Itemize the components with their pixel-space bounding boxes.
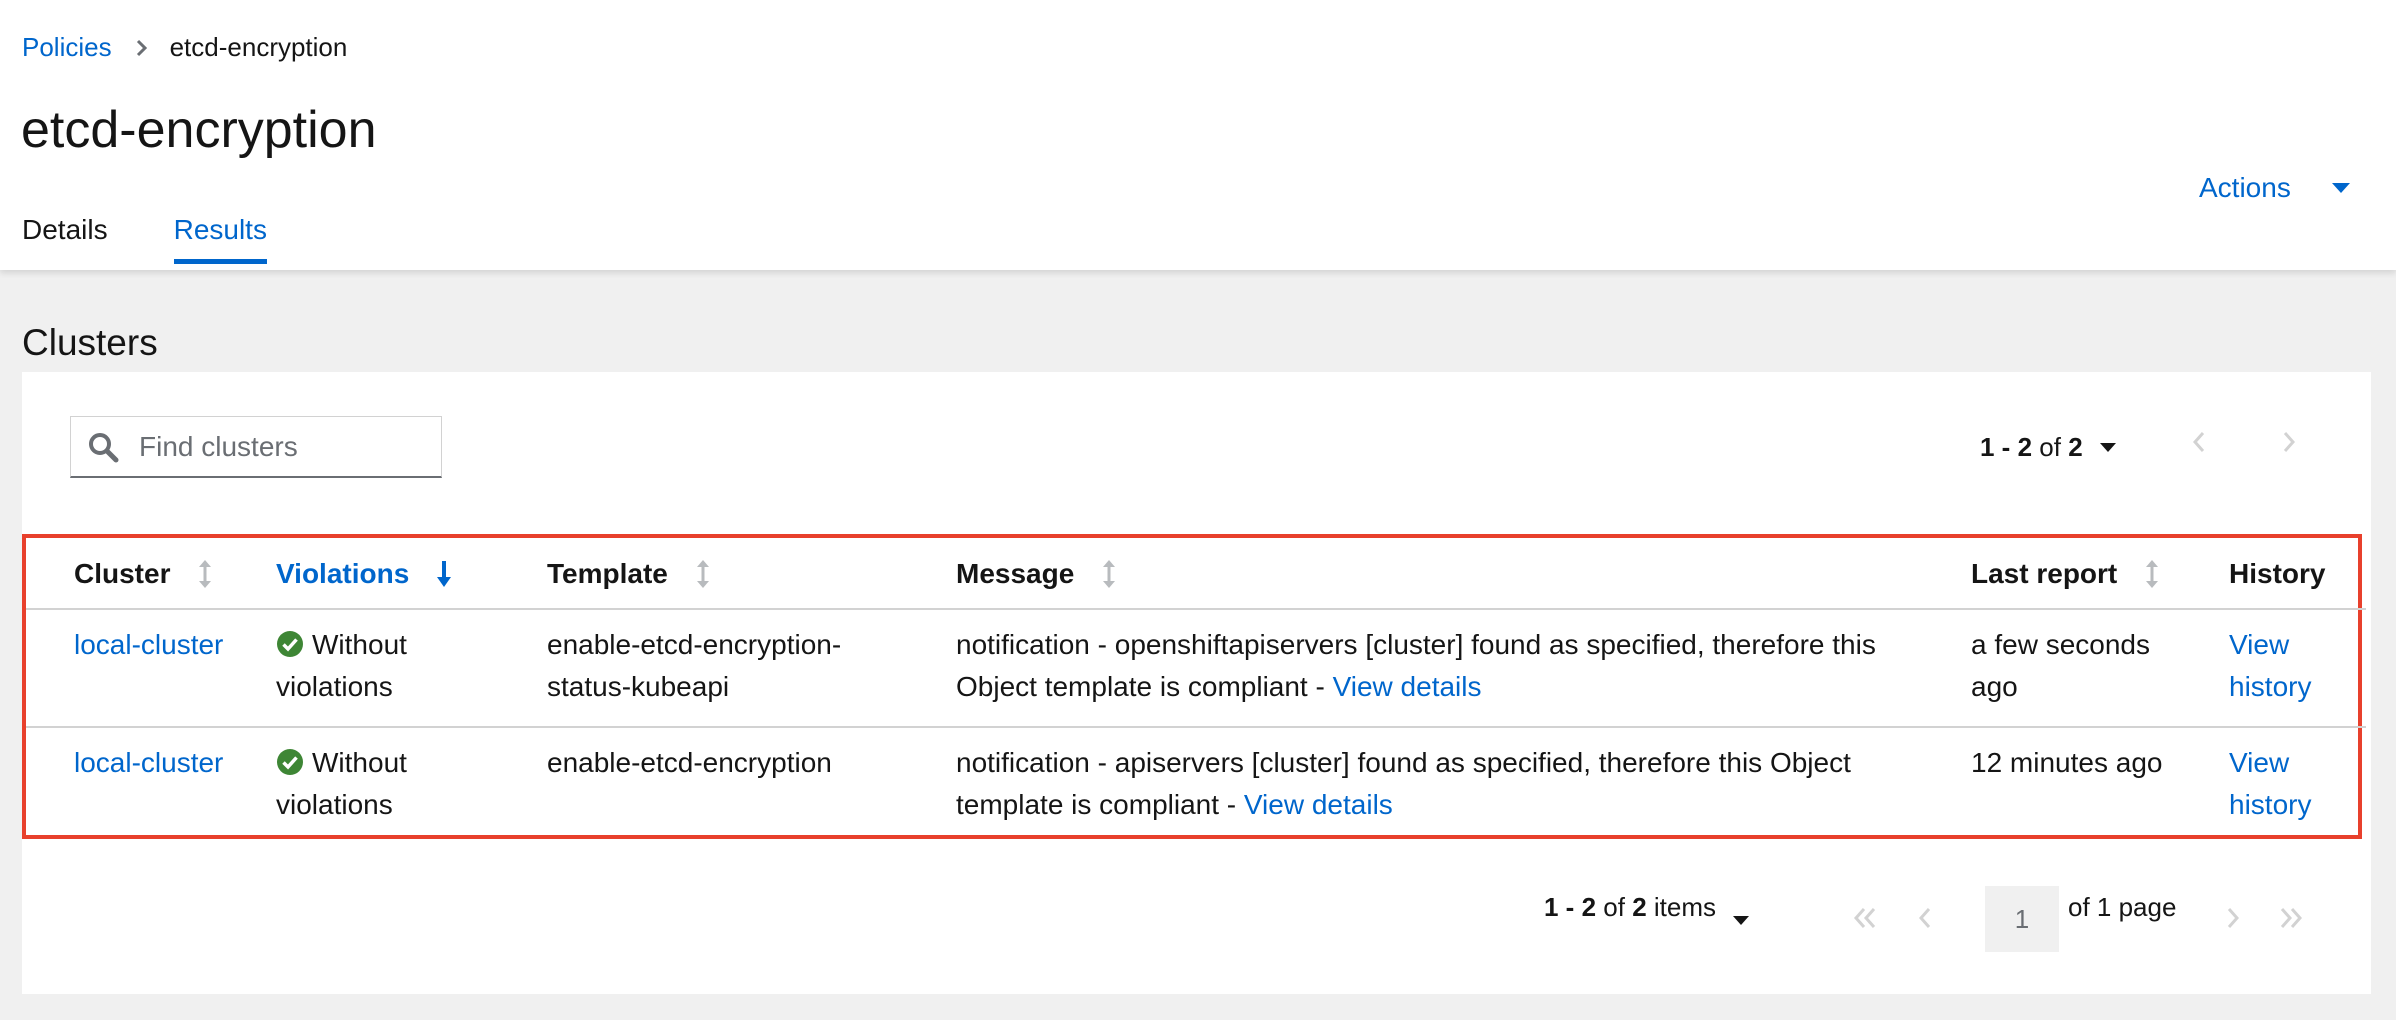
history-text: View bbox=[2229, 629, 2290, 660]
search-input[interactable] bbox=[137, 429, 431, 464]
column-label: Violations bbox=[276, 558, 410, 589]
cluster-link[interactable]: local-cluster bbox=[74, 624, 223, 666]
last-report-text: 12 minutes ago bbox=[1971, 747, 2163, 778]
template-text: status-kubeapi bbox=[547, 671, 730, 702]
tab-details[interactable]: Details bbox=[22, 214, 108, 264]
caret-down-icon[interactable] bbox=[1732, 913, 1750, 931]
column-header-last-report[interactable]: Last report bbox=[1971, 558, 2159, 590]
view-history-link[interactable]: View history bbox=[2229, 624, 2311, 708]
double-chevron-right-icon bbox=[2280, 908, 2303, 928]
check-circle-icon bbox=[277, 749, 303, 775]
column-header-template[interactable]: Template bbox=[547, 558, 710, 590]
column-header-cluster[interactable]: Cluster bbox=[74, 558, 212, 590]
message-text: notification - apiservers [cluster] foun… bbox=[956, 747, 1851, 778]
template-name: enable-etcd-encryption bbox=[547, 742, 832, 784]
chevron-right-icon bbox=[2227, 908, 2240, 928]
last-report-text: ago bbox=[1971, 671, 2018, 702]
column-label: Last report bbox=[1971, 558, 2118, 589]
message-text: Object template is compliant - bbox=[956, 671, 1333, 702]
column-header-history: History bbox=[2229, 558, 2325, 590]
search-box bbox=[70, 416, 442, 478]
page-header: Policies etcd-encryption etcd-encryption… bbox=[0, 0, 2396, 270]
violations-text: violations bbox=[276, 671, 393, 702]
breadcrumb: Policies etcd-encryption bbox=[22, 32, 347, 63]
row-divider bbox=[26, 608, 2366, 610]
search-icon bbox=[87, 431, 119, 463]
tabs: Details Results bbox=[22, 214, 333, 264]
view-details-link[interactable]: View details bbox=[1244, 789, 1393, 820]
view-history-link[interactable]: View history bbox=[2229, 742, 2311, 826]
caret-down-icon[interactable] bbox=[2099, 442, 2117, 453]
first-page-button[interactable] bbox=[1852, 906, 1878, 935]
actions-label: Actions bbox=[2199, 172, 2291, 203]
caret-down-icon bbox=[2331, 183, 2350, 193]
column-label: History bbox=[2229, 558, 2326, 589]
double-chevron-left-icon bbox=[1853, 908, 1876, 928]
breadcrumb-current: etcd-encryption bbox=[169, 32, 348, 62]
violations-status: Without violations bbox=[276, 742, 407, 826]
pagination-top: 1 - 2 of 2 bbox=[1980, 432, 2117, 463]
violations-status: Without violations bbox=[276, 624, 407, 708]
message-text: template is compliant - bbox=[956, 789, 1244, 820]
last-report: a few seconds ago bbox=[1971, 624, 2150, 708]
violations-text: Without bbox=[312, 629, 407, 660]
sort-icon bbox=[1102, 559, 1116, 589]
pagination-items-label: items bbox=[1653, 892, 1717, 922]
column-label: Template bbox=[547, 558, 668, 589]
actions-dropdown[interactable]: Actions bbox=[2199, 172, 2351, 204]
page-number-input[interactable]: 1 bbox=[1985, 886, 2059, 952]
tab-results[interactable]: Results bbox=[173, 214, 268, 264]
page-title: etcd-encryption bbox=[21, 101, 377, 159]
template-name: enable-etcd-encryption- status-kubeapi bbox=[547, 624, 841, 708]
chevron-right-icon bbox=[136, 39, 148, 57]
sort-icon bbox=[696, 559, 710, 589]
column-header-violations[interactable]: Violations bbox=[276, 558, 452, 590]
history-text: View bbox=[2229, 747, 2290, 778]
pagination-of: of bbox=[1603, 892, 1625, 922]
history-text: history bbox=[2229, 671, 2312, 702]
section-title: Clusters bbox=[22, 322, 158, 363]
last-page-button[interactable] bbox=[2278, 906, 2304, 935]
sort-icon bbox=[2145, 559, 2159, 589]
violations-text: violations bbox=[276, 789, 393, 820]
pagination-toggle[interactable]: 1 - 2 of 2 bbox=[1980, 432, 2083, 463]
clusters-table: Cluster Violations Template Message Last… bbox=[22, 534, 2366, 839]
last-report: 12 minutes ago bbox=[1971, 742, 2162, 784]
previous-page-button[interactable] bbox=[2192, 430, 2206, 459]
pagination-bottom-toggle[interactable]: 1 - 2 of 2 items bbox=[1544, 892, 1716, 923]
template-text: enable-etcd-encryption- bbox=[547, 629, 842, 660]
column-label: Cluster bbox=[74, 558, 171, 589]
chevron-left-icon bbox=[1918, 908, 1931, 928]
template-text: enable-etcd-encryption bbox=[547, 747, 832, 778]
breadcrumb-policies-link[interactable]: Policies bbox=[22, 32, 112, 63]
next-page-button[interactable] bbox=[2282, 430, 2296, 459]
page-count-label: of 1 page bbox=[2068, 892, 2177, 922]
pagination-of: of bbox=[2039, 432, 2061, 462]
cluster-link[interactable]: local-cluster bbox=[74, 742, 223, 784]
last-report-text: a few seconds bbox=[1971, 629, 2150, 660]
history-text: history bbox=[2229, 789, 2312, 820]
pagination-range: 1 - 2 bbox=[1980, 432, 2033, 462]
column-header-message[interactable]: Message bbox=[956, 558, 1116, 590]
view-details-link[interactable]: View details bbox=[1333, 671, 1482, 702]
pagination-total: 2 bbox=[2068, 432, 2083, 462]
chevron-right-icon bbox=[2283, 432, 2296, 452]
next-page-button[interactable] bbox=[2226, 906, 2240, 935]
chevron-left-icon bbox=[2192, 432, 2205, 452]
column-label: Message bbox=[956, 558, 1075, 589]
message-text: notification - openshiftapiservers [clus… bbox=[956, 629, 1876, 660]
row-divider bbox=[26, 726, 2366, 728]
sort-descending-icon bbox=[437, 559, 452, 589]
sort-icon bbox=[198, 559, 212, 589]
pagination-total: 2 bbox=[1632, 892, 1647, 922]
message-cell: notification - apiservers [cluster] foun… bbox=[956, 742, 1851, 826]
previous-page-button[interactable] bbox=[1918, 906, 1932, 935]
message-cell: notification - openshiftapiservers [clus… bbox=[956, 624, 1876, 708]
pagination-range: 1 - 2 bbox=[1544, 892, 1597, 922]
violations-text: Without bbox=[312, 747, 407, 778]
check-circle-icon bbox=[277, 631, 303, 657]
